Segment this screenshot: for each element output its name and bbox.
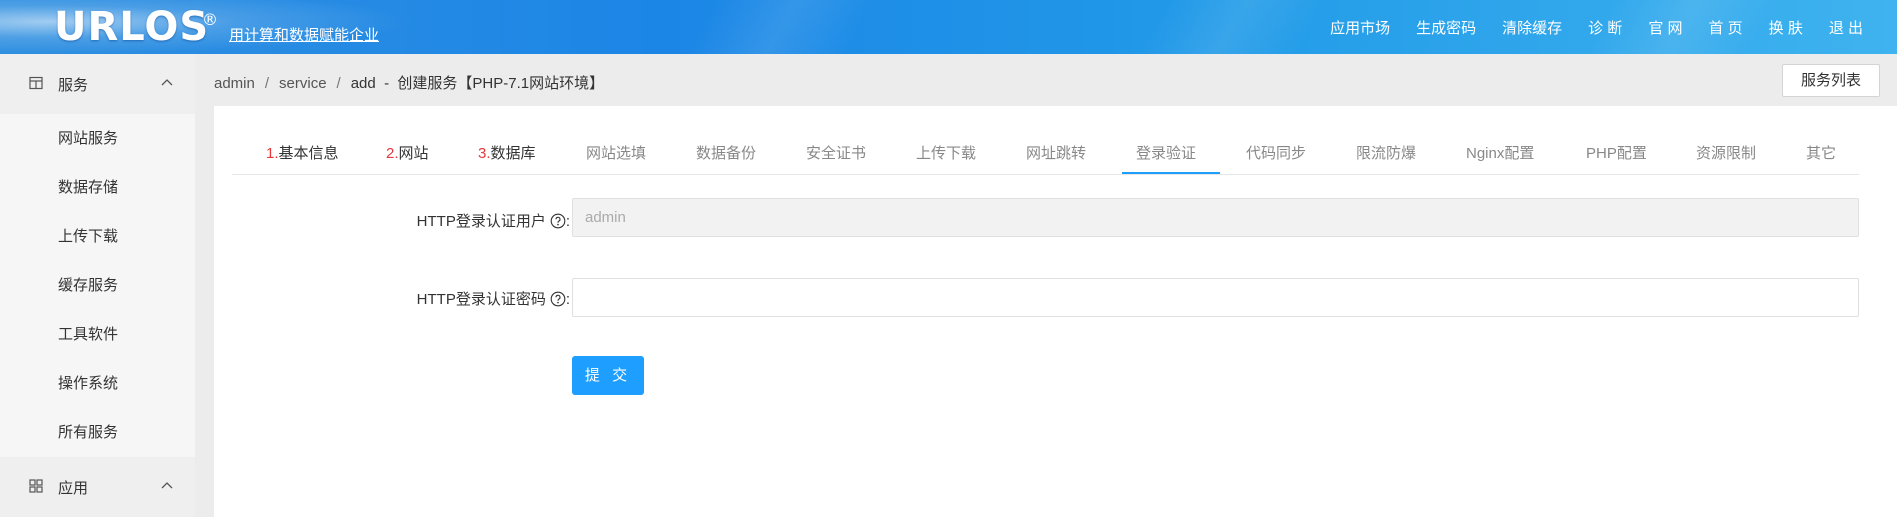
slogan-link[interactable]: 用计算和数据赋能企业 bbox=[229, 24, 379, 45]
tab-data-backup[interactable]: 数据备份 bbox=[696, 142, 756, 163]
breadcrumb-admin[interactable]: admin bbox=[214, 75, 255, 92]
help-icon[interactable] bbox=[550, 291, 566, 307]
sidebar-item-upload-download[interactable]: 上传下载 bbox=[0, 212, 195, 261]
sidebar: 服务 网站服务 数据存储 上传下载 缓存服务 工具软件 操作系统 所有服务 应用 bbox=[0, 54, 195, 517]
page-title: 创建服务【PHP-7.1网站环境】 bbox=[397, 75, 605, 92]
tab-php-config[interactable]: PHP配置 bbox=[1586, 142, 1647, 163]
breadcrumb: admin / service / add - 创建服务【PHP-7.1网站环境】 bbox=[214, 75, 605, 92]
chevron-up-icon bbox=[161, 482, 173, 489]
nav-diagnose[interactable]: 诊 断 bbox=[1588, 17, 1622, 38]
help-icon[interactable] bbox=[550, 213, 566, 229]
nav-official-site[interactable]: 官 网 bbox=[1648, 17, 1682, 38]
sidebar-item-data-storage[interactable]: 数据存储 bbox=[0, 163, 195, 212]
sidebar-item-website-service[interactable]: 网站服务 bbox=[0, 114, 195, 163]
tab-other[interactable]: 其它 bbox=[1806, 142, 1836, 163]
tab-basic-info[interactable]: 1.基本信息 bbox=[266, 142, 339, 163]
active-tab-indicator bbox=[1122, 172, 1220, 174]
service-list-button[interactable]: 服务列表 bbox=[1782, 64, 1880, 97]
http-auth-user-label: HTTP登录认证用户: bbox=[416, 213, 570, 230]
tab-url-redirect[interactable]: 网址跳转 bbox=[1026, 142, 1086, 163]
tab-upload-download[interactable]: 上传下载 bbox=[916, 142, 976, 163]
content-panel: 1.基本信息 2.网站 3.数据库 网站选填 数据备份 安全证书 上传下载 网址… bbox=[214, 106, 1897, 517]
breadcrumb-service[interactable]: service bbox=[279, 75, 327, 92]
nav-clear-cache[interactable]: 清除缓存 bbox=[1502, 17, 1562, 38]
tab-nginx-config[interactable]: Nginx配置 bbox=[1466, 142, 1534, 163]
nav-logout[interactable]: 退 出 bbox=[1829, 17, 1863, 38]
http-auth-user-input[interactable] bbox=[572, 198, 1859, 237]
sidebar-item-operating-system[interactable]: 操作系统 bbox=[0, 359, 195, 408]
top-nav: 应用市场 生成密码 清除缓存 诊 断 官 网 首 页 换 肤 退 出 bbox=[1304, 17, 1863, 38]
top-header: URLOS ® 用计算和数据赋能企业 应用市场 生成密码 清除缓存 诊 断 官 … bbox=[0, 0, 1897, 54]
header-decoration bbox=[671, 0, 889, 54]
tab-rate-limit[interactable]: 限流防爆 bbox=[1356, 142, 1416, 163]
tab-login-auth[interactable]: 登录验证 bbox=[1136, 142, 1196, 163]
sidebar-group-app[interactable]: 应用 bbox=[0, 457, 195, 517]
breadcrumb-bar: admin / service / add - 创建服务【PHP-7.1网站环境】 服务… bbox=[195, 54, 1897, 106]
sidebar-item-all-services[interactable]: 所有服务 bbox=[0, 408, 195, 457]
http-auth-password-input[interactable] bbox=[572, 278, 1859, 317]
tab-website[interactable]: 2.网站 bbox=[386, 142, 429, 163]
tab-website-optional[interactable]: 网站选填 bbox=[586, 142, 646, 163]
sidebar-item-tool-software[interactable]: 工具软件 bbox=[0, 310, 195, 359]
logo[interactable]: URLOS bbox=[54, 4, 209, 50]
nav-generate-password[interactable]: 生成密码 bbox=[1416, 17, 1476, 38]
logo-registered-mark: ® bbox=[202, 10, 218, 29]
http-auth-password-label: HTTP登录认证密码: bbox=[416, 291, 570, 308]
submit-button[interactable]: 提 交 bbox=[572, 356, 644, 395]
sidebar-group-label: 服务 bbox=[58, 77, 89, 94]
sidebar-item-cache-service[interactable]: 缓存服务 bbox=[0, 261, 195, 310]
nav-home[interactable]: 首 页 bbox=[1708, 17, 1742, 38]
tab-database[interactable]: 3.数据库 bbox=[478, 142, 536, 163]
tab-security-cert[interactable]: 安全证书 bbox=[806, 142, 866, 163]
tab-code-sync[interactable]: 代码同步 bbox=[1246, 142, 1306, 163]
breadcrumb-add: add bbox=[350, 75, 376, 92]
sidebar-group-service[interactable]: 服务 bbox=[0, 54, 195, 114]
chevron-up-icon bbox=[161, 79, 173, 86]
grid-icon bbox=[29, 479, 43, 493]
nav-change-skin[interactable]: 换 肤 bbox=[1769, 17, 1803, 38]
tab-bar: 1.基本信息 2.网站 3.数据库 网站选填 数据备份 安全证书 上传下载 网址… bbox=[232, 106, 1859, 175]
sidebar-group-label: 应用 bbox=[58, 480, 89, 497]
service-icon bbox=[29, 76, 43, 90]
tab-resource-limit[interactable]: 资源限制 bbox=[1696, 142, 1756, 163]
nav-app-market[interactable]: 应用市场 bbox=[1330, 17, 1390, 38]
